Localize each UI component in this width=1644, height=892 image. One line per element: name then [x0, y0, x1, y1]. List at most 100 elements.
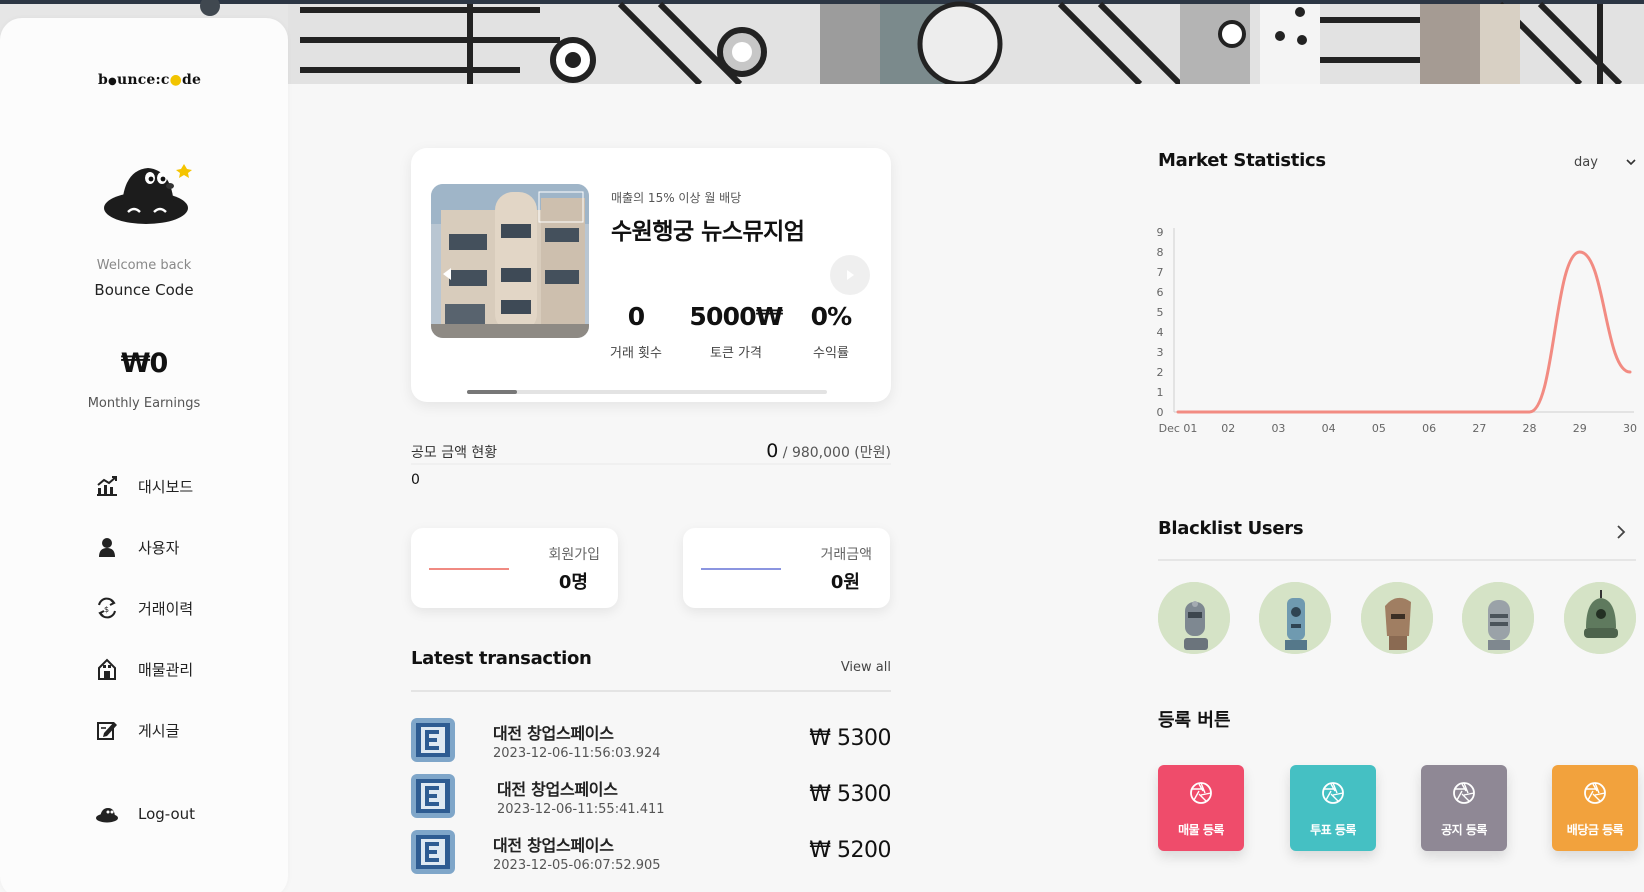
blacklist-title: Blacklist Users	[1158, 518, 1304, 539]
aperture-icon	[1452, 781, 1476, 809]
period-select[interactable]: day	[1574, 152, 1636, 172]
fund-current-value: 0	[411, 472, 420, 488]
welcome-text: Welcome back	[96, 258, 192, 273]
y-tick-label: 3	[1157, 346, 1164, 359]
fund-status-value: 0 / 980,000 (만원)	[740, 440, 891, 462]
register-property-button[interactable]: 매물 등록	[1158, 765, 1244, 851]
x-tick-label: Dec 01	[1159, 422, 1198, 435]
market-statistics-title: Market Statistics	[1158, 150, 1326, 171]
blacklist-user-avatar[interactable]	[1259, 582, 1331, 654]
transaction-row[interactable]: 대전 창업스페이스 2023-12-06-11:55:41.411 ₩ 5300	[411, 774, 891, 824]
property-photo[interactable]	[431, 184, 589, 338]
svg-text:$: $	[104, 605, 109, 614]
register-vote-button[interactable]: 투표 등록	[1290, 765, 1376, 851]
y-tick-label: 2	[1157, 366, 1164, 379]
x-tick-label: 05	[1372, 422, 1386, 435]
latest-transaction-title: Latest transaction	[411, 648, 592, 669]
nav-transactions[interactable]: $ 거래이력	[94, 594, 193, 622]
signup-value: 0명	[558, 572, 588, 593]
blacklist-user-avatar[interactable]	[1564, 582, 1636, 654]
chevron-right-icon[interactable]	[1616, 524, 1626, 544]
transaction-row[interactable]: 대전 창업스페이스 2023-12-06-11:56:03.924 ₩ 5300	[411, 718, 891, 768]
carousel-scrollbar[interactable]	[467, 390, 827, 394]
user-name: Bounce Code	[94, 281, 194, 299]
nav-properties[interactable]: 매물관리	[94, 655, 193, 683]
register-dividend-label: 배당금 등록	[1566, 823, 1624, 837]
nav-label: 게시글	[138, 721, 180, 740]
signup-trend-line	[429, 568, 509, 570]
y-tick-label: 4	[1157, 326, 1164, 339]
signup-label: 회원가입	[548, 547, 600, 563]
register-dividend-button[interactable]: 배당금 등록	[1552, 765, 1638, 851]
x-tick-label: 03	[1271, 422, 1285, 435]
logout-label: Log-out	[138, 805, 196, 823]
fund-status-label: 공모 금액 현황	[411, 445, 498, 461]
token-price-label: 토큰 가격	[710, 346, 762, 361]
property-subtitle: 매출의 15% 이상 월 배당	[611, 191, 742, 205]
divider	[1158, 559, 1636, 561]
trade-amount-value: 0원	[830, 572, 860, 593]
view-all-link[interactable]: View all	[800, 660, 891, 675]
y-tick-label: 6	[1157, 286, 1164, 299]
transaction-amount: ₩ 5300	[809, 726, 891, 751]
transaction-row[interactable]: 대전 창업스페이스 2023-12-05-06:07:52.905 ₩ 5200	[411, 830, 891, 880]
period-select-value: day	[1574, 154, 1598, 170]
logout-button[interactable]: Log-out	[94, 800, 195, 828]
transaction-date: 2023-12-05-06:07:52.905	[493, 858, 661, 873]
transaction-name: 대전 창업스페이스	[493, 724, 614, 743]
token-price-value: 5000₩	[689, 302, 783, 331]
transaction-name: 대전 창업스페이스	[493, 836, 614, 855]
brand-logo[interactable]: b●unce:c●de	[98, 72, 201, 88]
y-tick-label: 8	[1157, 246, 1164, 259]
blacklist-user-avatar[interactable]	[1462, 582, 1534, 654]
transaction-amount: ₩ 5300	[809, 782, 891, 807]
nav-label: 거래이력	[138, 599, 194, 618]
y-tick-label: 9	[1157, 226, 1164, 239]
register-title: 등록 버튼	[1158, 710, 1231, 731]
blacklist-user-avatar[interactable]	[1361, 582, 1433, 654]
y-tick-label: 0	[1157, 406, 1164, 419]
transaction-amount: ₩ 5200	[809, 838, 891, 863]
x-tick-label: 29	[1573, 422, 1587, 435]
property-card: 매출의 15% 이상 월 배당 수원행궁 뉴스뮤지엄 0 거래 횟수 5000₩…	[411, 148, 891, 402]
transaction-date: 2023-12-06-11:55:41.411	[497, 802, 665, 817]
y-tick-label: 5	[1157, 306, 1164, 319]
register-notice-button[interactable]: 공지 등록	[1421, 765, 1507, 851]
y-tick-label: 7	[1157, 266, 1164, 279]
register-notice-label: 공지 등록	[1441, 823, 1487, 837]
nav-label: 매물관리	[138, 660, 194, 679]
nav-label: 대시보드	[138, 477, 194, 496]
play-arrow-icon	[847, 270, 854, 280]
monthly-earnings-label: Monthly Earnings	[87, 396, 201, 411]
series-line	[1176, 250, 1632, 414]
nav-posts[interactable]: 게시글	[94, 716, 179, 744]
fund-total-amount: / 980,000 (만원)	[778, 445, 891, 461]
x-tick-label: 30	[1623, 422, 1637, 435]
register-property-label: 매물 등록	[1178, 823, 1224, 837]
nav-users[interactable]: 사용자	[94, 533, 179, 561]
carousel-scrollbar-thumb[interactable]	[467, 390, 517, 394]
next-slide-button[interactable]	[830, 255, 870, 295]
blacklist-user-avatar[interactable]	[1158, 582, 1230, 654]
aperture-icon	[1321, 781, 1345, 809]
monthly-earnings-value: ₩0	[120, 348, 169, 379]
property-title: 수원행궁 뉴스뮤지엄	[611, 219, 805, 245]
y-tick-label: 1	[1157, 386, 1164, 399]
user-icon	[94, 534, 120, 560]
logout-mole-icon	[94, 801, 120, 827]
trade-amount-label: 거래금액	[820, 547, 872, 563]
sidebar: b●unce:c●de Welcome back Bounce Code ₩0 …	[0, 18, 288, 892]
aperture-icon	[1189, 781, 1213, 809]
nav-dashboard[interactable]: 대시보드	[94, 472, 193, 500]
building-icon	[94, 656, 120, 682]
trade-count-label: 거래 횟수	[610, 346, 662, 361]
x-tick-label: 06	[1422, 422, 1436, 435]
x-tick-label: 02	[1221, 422, 1235, 435]
divider	[411, 690, 891, 692]
market-line-chart: 0 1 2 3 4 5 6 7 8 9 Dec 01 02 03 04 05 06 27 28 29 30	[1150, 220, 1640, 444]
trade-amount-card: 거래금액 0원	[683, 528, 890, 608]
x-tick-label: 04	[1322, 422, 1336, 435]
aperture-icon	[1583, 781, 1607, 809]
transaction-thumbnail	[411, 830, 455, 874]
transaction-thumbnail	[411, 718, 455, 762]
